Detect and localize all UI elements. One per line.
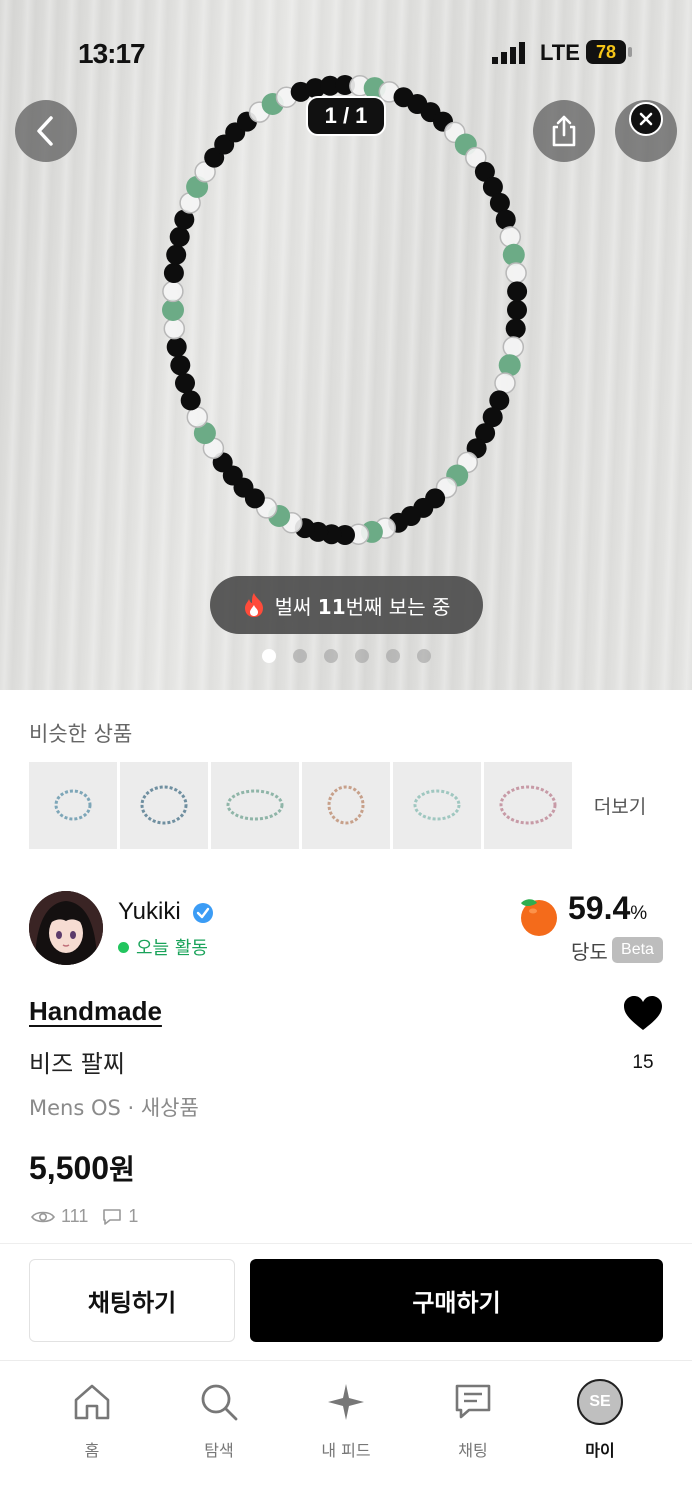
bead xyxy=(163,263,184,283)
network-type: LTE xyxy=(540,40,580,65)
brand-link[interactable]: Handmade xyxy=(29,996,162,1027)
similar-products-list xyxy=(29,762,572,849)
activity-status: 오늘 활동 xyxy=(118,934,208,960)
product-price: 5,500원 xyxy=(29,1150,135,1186)
page-dot xyxy=(324,649,338,663)
bracelet-thumb-image xyxy=(140,785,188,825)
bead xyxy=(494,372,516,394)
battery-icon: 78 xyxy=(586,40,626,64)
page-dot xyxy=(293,649,307,663)
bead xyxy=(170,355,191,376)
bead xyxy=(499,226,522,248)
chat-icon xyxy=(455,1384,491,1419)
tab-search[interactable]: 탐색 xyxy=(169,1379,269,1461)
like-count: 15 xyxy=(632,1052,654,1073)
similar-product-thumb[interactable] xyxy=(302,762,390,849)
like-heart-icon[interactable] xyxy=(622,994,664,1032)
tab-home[interactable]: 홈 xyxy=(42,1379,142,1461)
share-button[interactable] xyxy=(533,100,595,162)
online-dot-icon xyxy=(118,941,129,953)
tab-my[interactable]: SE 마이 xyxy=(550,1379,650,1461)
page-dot xyxy=(355,649,369,663)
signal-icon xyxy=(492,42,525,64)
search-icon xyxy=(201,1384,238,1421)
bead xyxy=(162,280,184,303)
view-count: 111 xyxy=(61,1206,89,1226)
bead xyxy=(169,226,190,247)
similar-product-thumb[interactable] xyxy=(120,762,208,849)
comment-count: 1 xyxy=(128,1206,139,1226)
bead xyxy=(507,281,528,302)
fire-icon xyxy=(244,593,263,617)
back-button[interactable] xyxy=(15,100,77,162)
page-dot xyxy=(417,649,431,663)
bracelet-thumb-image xyxy=(54,789,92,821)
share-icon xyxy=(552,115,576,147)
similar-product-thumb[interactable] xyxy=(484,762,572,849)
close-icon xyxy=(639,112,653,126)
sparkle-icon xyxy=(328,1384,364,1420)
bracelet-thumb-image xyxy=(499,785,557,825)
bracelet-thumb-image xyxy=(226,789,284,821)
product-stats: 111 1 xyxy=(31,1206,138,1227)
more-similar-button[interactable]: 더보기 xyxy=(577,762,663,849)
page-dot xyxy=(386,649,400,663)
seller-name[interactable]: Yukiki xyxy=(118,898,181,926)
bead xyxy=(180,390,201,411)
similar-product-thumb[interactable] xyxy=(393,762,481,849)
viewers-badge: 벌써 11번째 보는 중 xyxy=(210,576,483,634)
viewers-text: 벌써 11번째 보는 중 xyxy=(274,594,451,619)
product-name: 비즈 팔찌 xyxy=(29,1050,125,1078)
divider xyxy=(0,1243,692,1244)
similar-product-thumb[interactable] xyxy=(29,762,117,849)
page-indicator xyxy=(262,649,431,663)
bead xyxy=(502,336,525,358)
sweetness-score: 59.4% xyxy=(568,890,648,926)
product-category: Mens OS · 새상품 xyxy=(29,1096,199,1120)
bead xyxy=(507,300,527,320)
battery-tip xyxy=(628,47,632,57)
bead xyxy=(162,299,184,321)
buy-button[interactable]: 구매하기 xyxy=(250,1259,663,1342)
seller-avatar[interactable] xyxy=(29,891,103,965)
profile-avatar: SE xyxy=(577,1379,623,1425)
similar-products-title: 비슷한 상품 xyxy=(29,722,133,746)
tab-feed[interactable]: 내 피드 xyxy=(296,1379,396,1461)
eye-icon xyxy=(31,1211,55,1222)
bead xyxy=(505,318,526,339)
home-icon xyxy=(74,1384,110,1420)
comment-icon xyxy=(103,1208,122,1225)
page-dot xyxy=(262,649,276,663)
status-bar: 13:17 LTE 78 xyxy=(0,36,692,76)
bead xyxy=(175,373,195,394)
bracelet-thumb-image xyxy=(413,789,461,821)
beta-badge: Beta xyxy=(612,937,663,963)
verified-badge-icon xyxy=(193,903,213,923)
image-counter: 1 / 1 xyxy=(306,96,386,136)
orange-icon xyxy=(521,899,557,936)
similar-product-thumb[interactable] xyxy=(211,762,299,849)
anime-avatar-image xyxy=(29,891,103,965)
close-button[interactable] xyxy=(629,102,663,136)
tab-chat[interactable]: 채팅 xyxy=(423,1379,523,1461)
bracelet-thumb-image xyxy=(327,785,365,825)
bead xyxy=(163,317,186,340)
bead xyxy=(505,262,527,284)
bottom-tab-bar: 홈 탐색 내 피드 채팅 SE 마이 xyxy=(0,1360,692,1500)
bead xyxy=(166,337,187,357)
bead xyxy=(166,244,187,265)
chat-button[interactable]: 채팅하기 xyxy=(29,1259,235,1342)
sweetness-label: 당도 xyxy=(571,940,608,964)
chevron-left-icon xyxy=(37,116,53,146)
status-time: 13:17 xyxy=(78,38,146,69)
